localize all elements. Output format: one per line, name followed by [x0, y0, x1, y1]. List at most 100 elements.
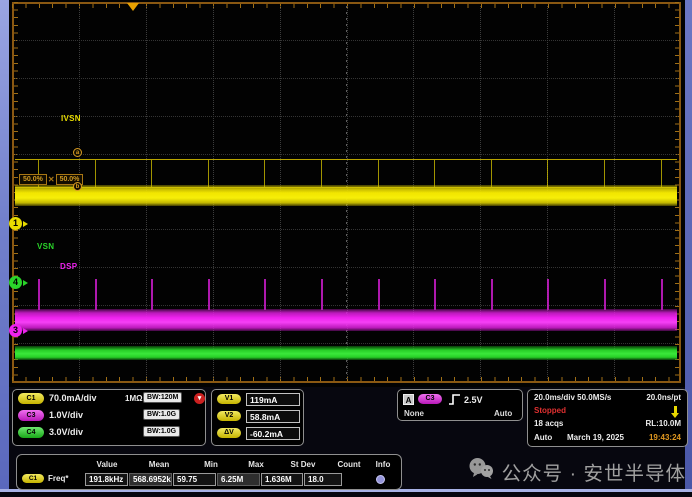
c3-spike: [151, 279, 153, 310]
channel-3-marker-label: 3: [9, 324, 22, 337]
meas-mean: 568.6952k: [129, 473, 172, 486]
channel-c3-badge[interactable]: C3: [18, 410, 44, 421]
col-header-count: Count: [337, 460, 360, 469]
c1-clipping-icon: ▾: [194, 393, 205, 404]
sample-resolution: 20.0ns/pt: [646, 393, 681, 402]
rising-edge-icon: [448, 393, 461, 411]
cursor-v1-badge: V1: [217, 394, 241, 404]
trace-label-vsn: VSN: [37, 242, 54, 251]
oscilloscope-screen: IVSN VSN DSP 50.0% ✕ 50.0% a b 1 4 3 C1 …: [0, 0, 692, 497]
measurement-table[interactable]: Value Mean Min Max St Dev Count Info C1 …: [16, 454, 402, 490]
c4-bandwidth-button[interactable]: BW:1.0G: [143, 426, 180, 437]
c3-spike: [661, 279, 663, 310]
info-icon[interactable]: [376, 475, 385, 484]
horizontal-scale: 20.0ms/div 50.0MS/s: [534, 393, 611, 402]
channel-3-marker-arrow-icon: [23, 328, 28, 334]
run-mode: Auto: [534, 433, 552, 442]
col-header-min: Min: [204, 460, 218, 469]
c3-scale: 1.0V/div: [49, 410, 83, 420]
c1-spike: [208, 160, 209, 187]
col-header-mean: Mean: [149, 460, 169, 469]
graticule-frame-bottom: [12, 381, 681, 383]
record-length: RL:10.0M: [645, 419, 681, 428]
wechat-icon: [468, 457, 495, 486]
channel-4-marker-label: 4: [9, 276, 22, 289]
cursor-crossover-icon: ✕: [48, 175, 55, 184]
col-header-info: Info: [376, 460, 391, 469]
channel-4-marker-arrow-icon: [23, 280, 28, 286]
c3-spike: [434, 279, 436, 310]
channel-settings-box[interactable]: C1 70.0mA/div 1MΩ BW:120M ▾ C3 1.0V/div …: [12, 389, 206, 446]
c1-spike: [95, 160, 96, 187]
c1-spike: [661, 160, 662, 187]
c3-spike: [321, 279, 323, 310]
graticule-frame-right: [679, 2, 681, 383]
cursor-readout-box[interactable]: V1 119mA V2 58.8mA ΔV -60.2mA: [211, 389, 304, 446]
date: March 19, 2025: [567, 433, 624, 442]
trigger-position-icon[interactable]: [127, 3, 139, 11]
trace-c1-ivsn: [15, 185, 677, 206]
c3-spike: [208, 279, 210, 310]
c1-spike: [604, 160, 605, 187]
meas-max: 6.25M: [217, 473, 260, 486]
acquisition-count: 18 acqs: [534, 419, 563, 428]
c1-spike: [547, 160, 548, 187]
c1-spike: [264, 160, 265, 187]
c4-scale: 3.0V/div: [49, 427, 83, 437]
c3-bandwidth-button[interactable]: BW:1.0G: [143, 409, 180, 420]
cursor-a-line[interactable]: [15, 159, 677, 160]
acquisition-status: Stopped: [534, 406, 566, 415]
meas-count: 18.0: [304, 473, 342, 486]
col-header-value: Value: [97, 460, 118, 469]
channel-1-marker-arrow-icon: [23, 221, 28, 227]
cursor-v2-value: 58.8mA: [246, 410, 300, 423]
c3-spike: [547, 279, 549, 310]
c1-bandwidth-button[interactable]: BW:120M: [143, 392, 182, 403]
c1-spike: [491, 160, 492, 187]
single-seq-icon: [671, 406, 679, 418]
cursor-a-handle[interactable]: a: [73, 148, 82, 157]
trigger-holdoff: None: [404, 409, 424, 418]
cursor-v2-badge: V2: [217, 411, 241, 421]
c1-spike: [434, 160, 435, 187]
cursor-dv-badge: ΔV: [217, 428, 241, 438]
trigger-box[interactable]: A C3 2.5V None Auto: [397, 389, 523, 421]
c1-spike: [321, 160, 322, 187]
col-header-stdev: St Dev: [291, 460, 316, 469]
channel-1-marker[interactable]: 1: [9, 217, 28, 230]
meas-value: 191.8kHz: [85, 473, 128, 486]
meas-min: 59.75: [173, 473, 216, 486]
channel-c4-badge[interactable]: C4: [18, 427, 44, 438]
c3-spike: [604, 279, 606, 310]
channel-4-marker[interactable]: 4: [9, 276, 28, 289]
c3-spike: [491, 279, 493, 310]
cursor-a-percent: 50.0%: [19, 174, 47, 185]
meas-stdev: 1.636M: [261, 473, 303, 486]
trigger-source-badge[interactable]: C3: [418, 394, 442, 404]
c1-termination: 1MΩ: [125, 394, 143, 403]
trigger-mode: Auto: [494, 409, 512, 418]
meas-row-badge[interactable]: C1: [22, 474, 44, 483]
trigger-system-badge: A: [403, 394, 414, 405]
col-header-max: Max: [248, 460, 264, 469]
c3-spike: [95, 279, 97, 310]
watermark: 公众号 · 安世半导体: [468, 452, 686, 490]
trigger-level: 2.5V: [464, 395, 483, 405]
horizontal-box[interactable]: 20.0ms/div 50.0MS/s 20.0ns/pt Stopped 18…: [527, 389, 688, 447]
c1-spike: [151, 160, 152, 187]
meas-row-name[interactable]: Freq*: [48, 474, 68, 483]
c3-spike: [38, 279, 40, 310]
c1-scale: 70.0mA/div: [49, 393, 97, 403]
trace-c4-vsn: [15, 346, 677, 360]
cursor-v1-value: 119mA: [246, 393, 300, 406]
c3-spike: [264, 279, 266, 310]
channel-3-marker[interactable]: 3: [9, 324, 28, 337]
bezel-left-bar: [0, 0, 9, 491]
clock: 19:43:24: [649, 433, 681, 442]
c3-spike: [378, 279, 380, 310]
cursor-b-handle[interactable]: b: [73, 182, 82, 191]
trace-c3-dsp: [15, 309, 677, 331]
watermark-text: 公众号 · 安世半导体: [502, 457, 686, 486]
c1-spike: [378, 160, 379, 187]
channel-c1-badge[interactable]: C1: [18, 393, 44, 404]
